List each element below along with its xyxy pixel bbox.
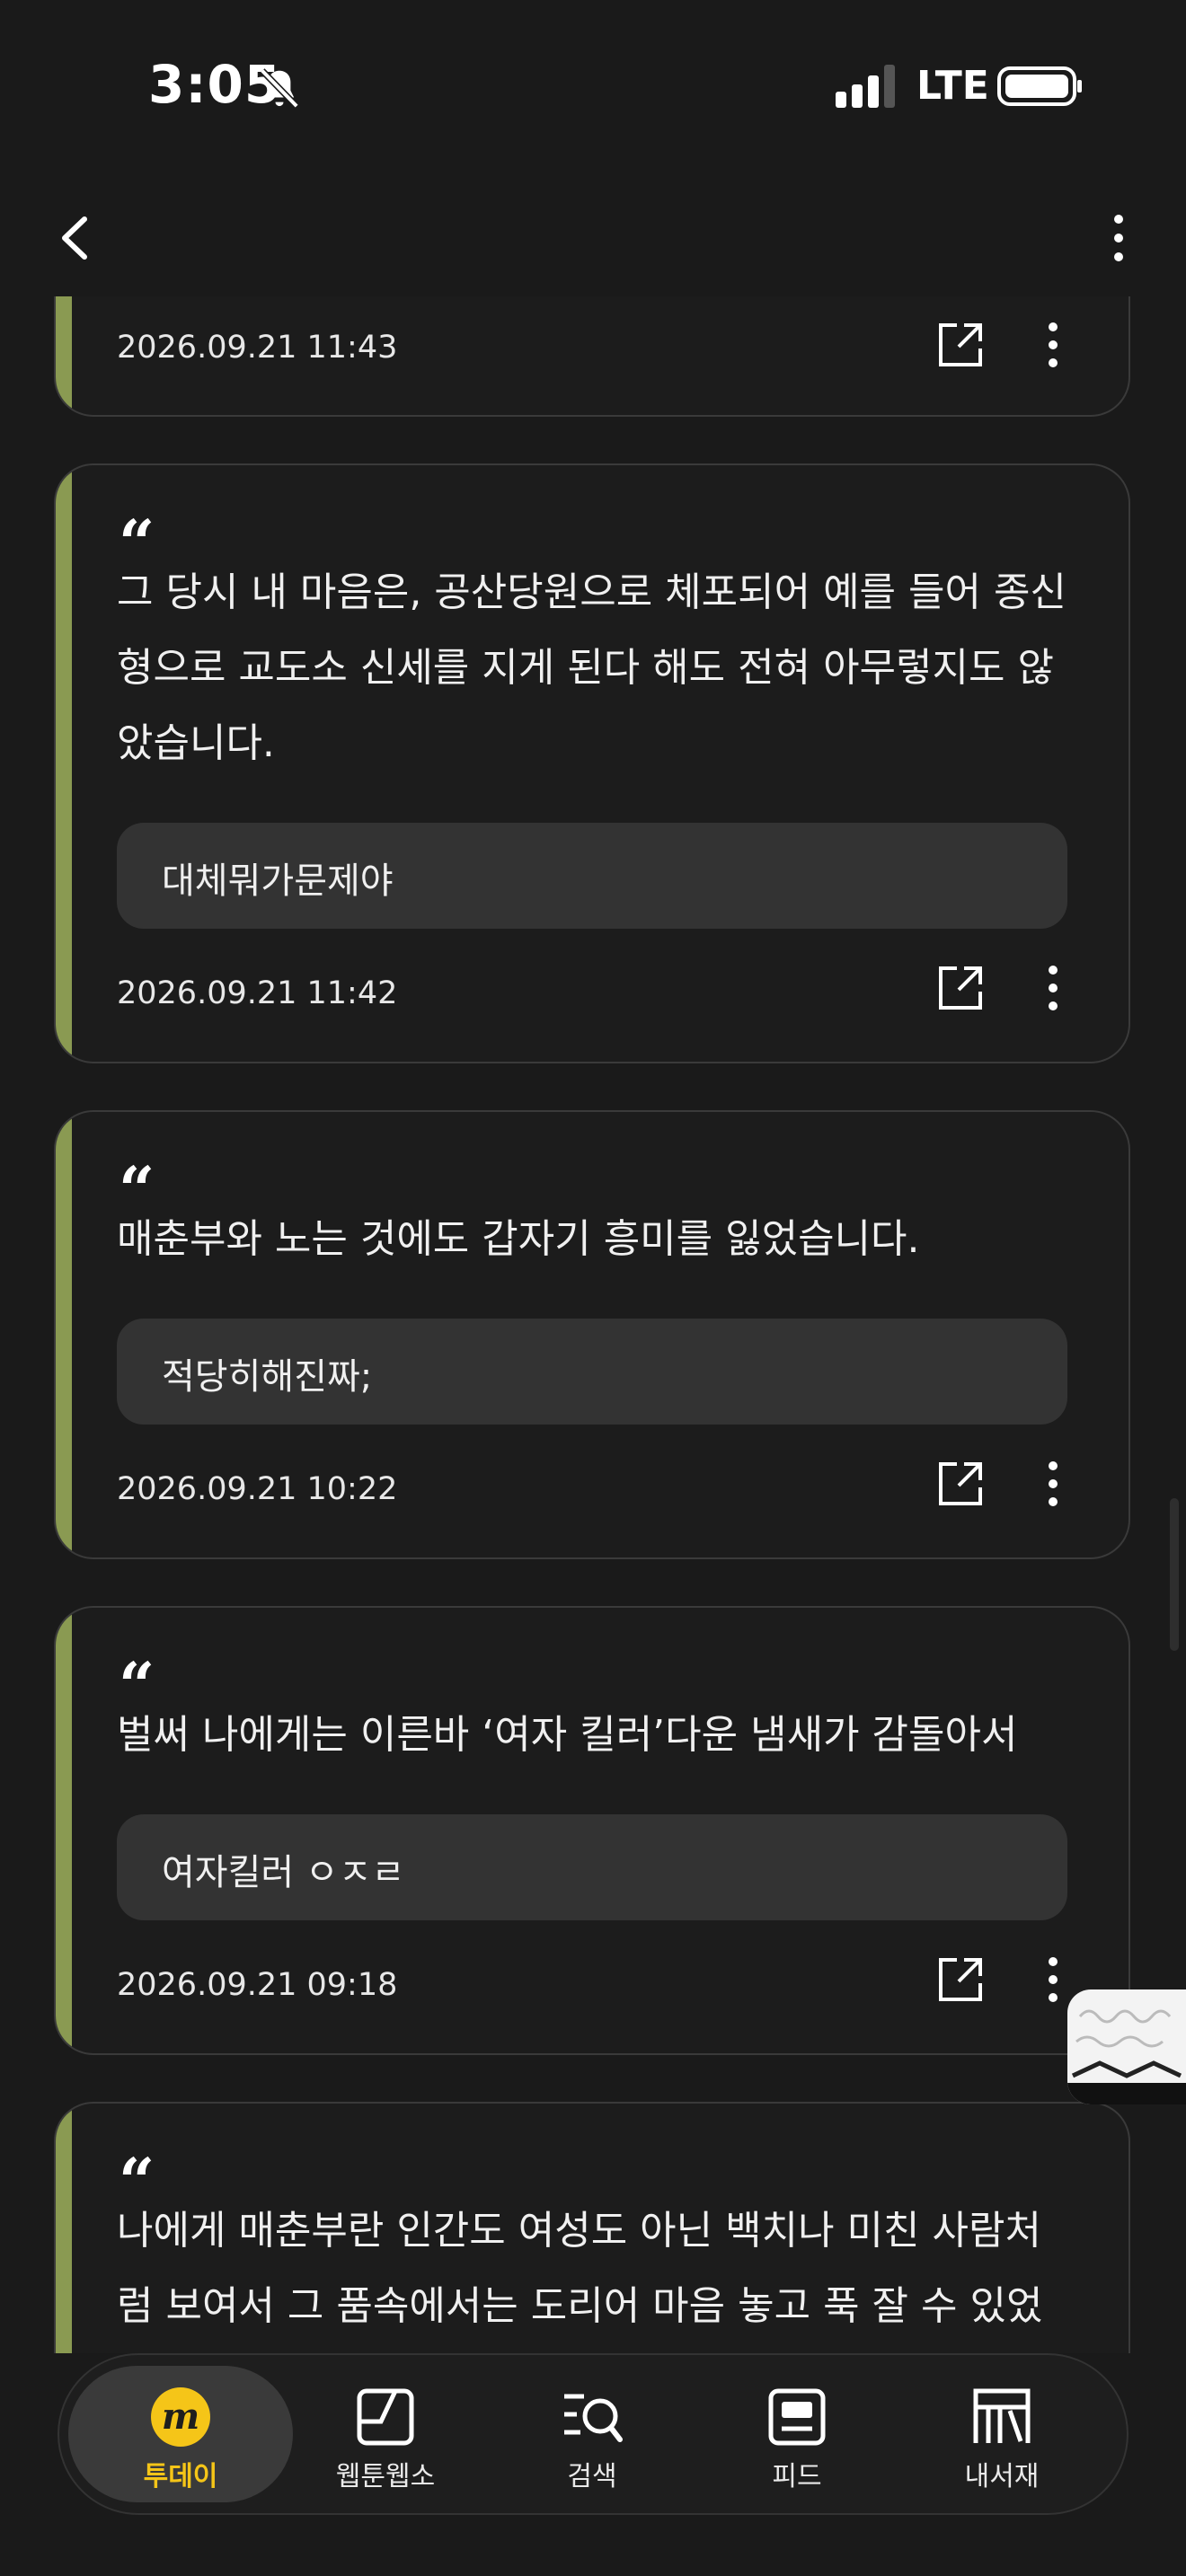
more-vertical-icon[interactable] <box>1035 959 1071 1017</box>
memo-box[interactable]: 여자킬러 ㅇㅈㄹ <box>117 1814 1067 1920</box>
more-vertical-icon[interactable] <box>1035 1951 1071 2008</box>
quote-text: 벌써 나에게는 이른바 ‘여자 킬러’다운 냄새가 감돌아서 <box>117 1712 1018 1758</box>
library-icon <box>973 2388 1031 2443</box>
nav-tab-today[interactable]: m 투데이 <box>68 2366 293 2502</box>
feed-icon <box>768 2388 826 2446</box>
card-date: 2026.09.21 11:42 <box>117 975 398 1011</box>
quote-text: 그 당시 내 마음은, 공산당원으로 체포되어 예를 들어 종신형으로 교도소 … <box>117 569 1067 766</box>
nav-label: 피드 <box>772 2461 822 2492</box>
share-icon[interactable] <box>932 1455 989 1513</box>
quote-text: 매춘부와 노는 것에도 갑자기 흥미를 잃었습니다. <box>117 1216 920 1262</box>
highlight-card[interactable]: “ 나에게 매춘부란 인간도 여성도 아닌 백치나 미친 사람처럼 보여서 그 … <box>54 2102 1130 2353</box>
webtoon-icon <box>357 2388 414 2446</box>
card-accent-bar <box>56 296 72 415</box>
share-icon[interactable] <box>932 316 989 374</box>
nav-label: 웹툰웹소 <box>335 2461 436 2492</box>
share-icon[interactable] <box>932 1951 989 2008</box>
card-accent-bar <box>56 1608 72 2053</box>
memo-text: 적당히해진짜; <box>162 1356 373 1398</box>
highlight-list: 2026.09.21 11:43 “ 그 당시 내 마음은, 공산당원으로 체포… <box>0 296 1186 2353</box>
status-bar: 3:05 LTE <box>0 0 1186 171</box>
search-icon <box>564 2394 623 2442</box>
nav-label: 내서재 <box>964 2461 1040 2492</box>
today-m-icon: m <box>151 2387 210 2447</box>
top-navigation <box>0 189 1186 287</box>
memo-text: 여자킬러 ㅇㅈㄹ <box>162 1852 405 1893</box>
card-accent-bar <box>56 465 72 1062</box>
highlight-card[interactable]: 2026.09.21 11:43 <box>54 296 1130 417</box>
nav-tab-search[interactable]: 검색 <box>489 2366 695 2502</box>
card-accent-bar <box>56 1112 72 1557</box>
nav-tab-webtoon[interactable]: 웹툰웹소 <box>282 2366 489 2502</box>
card-date: 2026.09.21 09:18 <box>117 1967 398 2003</box>
bottom-navigation: m 투데이 웹툰웹소 검색 피드 내서재 <box>58 2353 1128 2515</box>
memo-box[interactable]: 적당히해진짜; <box>117 1319 1067 1425</box>
share-icon[interactable] <box>932 959 989 1017</box>
scrollbar[interactable] <box>1170 1498 1179 1651</box>
scribble-logo-icon <box>1067 2009 1186 2104</box>
more-vertical-icon[interactable] <box>1035 1455 1071 1513</box>
highlight-card[interactable]: “ 그 당시 내 마음은, 공산당원으로 체포되어 예를 들어 종신형으로 교도… <box>54 463 1130 1063</box>
battery-icon <box>997 66 1082 106</box>
highlight-card[interactable]: “ 매춘부와 노는 것에도 갑자기 흥미를 잃었습니다. 적당히해진짜; 202… <box>54 1110 1130 1559</box>
floating-badge[interactable] <box>1067 1989 1186 2104</box>
more-vertical-icon[interactable] <box>1087 207 1150 269</box>
back-arrow-icon[interactable] <box>45 207 108 269</box>
quote-text: 나에게 매춘부란 인간도 여성도 아닌 백치나 미친 사람처럼 보여서 그 품속… <box>117 2208 1043 2329</box>
memo-text: 대체뭐가문제야 <box>162 860 394 902</box>
nav-label: 투데이 <box>143 2461 218 2492</box>
bell-off-icon <box>260 68 299 109</box>
nav-label: 검색 <box>567 2461 617 2492</box>
more-vertical-icon[interactable] <box>1035 316 1071 374</box>
nav-tab-library[interactable]: 내서재 <box>898 2366 1105 2502</box>
memo-box[interactable]: 대체뭐가문제야 <box>117 823 1067 929</box>
highlight-card[interactable]: “ 벌써 나에게는 이른바 ‘여자 킬러’다운 냄새가 감돌아서 여자킬러 ㅇㅈ… <box>54 1606 1130 2055</box>
card-date: 2026.09.21 10:22 <box>117 1471 398 1507</box>
card-date: 2026.09.21 11:43 <box>117 330 398 366</box>
nav-tab-feed[interactable]: 피드 <box>694 2366 900 2502</box>
svg-text:m: m <box>162 2395 199 2438</box>
network-type: LTE <box>916 63 989 109</box>
signal-icon <box>836 65 895 108</box>
card-accent-bar <box>56 2104 72 2353</box>
